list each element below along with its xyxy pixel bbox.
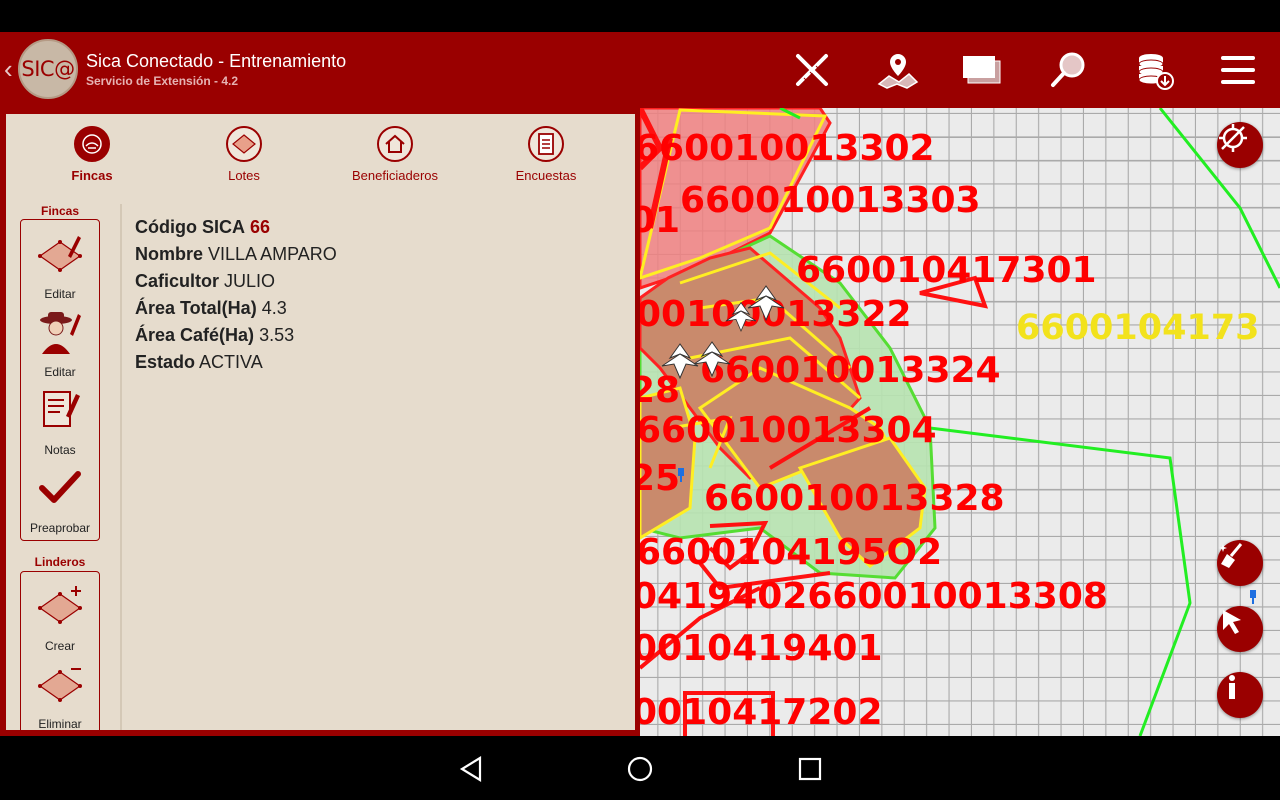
app-logo: SIC@ (18, 39, 78, 99)
gps-toggle-button[interactable] (1217, 122, 1263, 168)
tool-label: Crear (44, 639, 75, 653)
edit-polygon-button[interactable]: Editar (21, 230, 99, 301)
tab-label: Fincas (71, 168, 113, 183)
tab-encuestas[interactable]: Encuestas (486, 126, 606, 183)
nav-home-button[interactable] (625, 754, 655, 784)
select-pointer-icon (1223, 610, 1241, 634)
linderos-tool-group: Crear Eliminar (20, 571, 100, 730)
map-label: 0010419401 (640, 628, 883, 669)
area-cafe-value: 3.53 (259, 325, 295, 345)
map-location-button[interactable] (872, 44, 924, 96)
clear-brush-icon (1219, 543, 1243, 568)
menu-icon (1221, 56, 1255, 84)
delete-boundary-button[interactable]: Eliminar (21, 660, 99, 730)
map-label: 6600104195O2 (640, 532, 943, 573)
tool-label: Editar (44, 287, 76, 301)
clear-map-button[interactable] (1217, 540, 1263, 586)
map-label: 660010013302 (640, 128, 935, 169)
lot-diamond-icon (226, 126, 262, 162)
detail-panel: Fincas Lotes Beneficiaderos Encuestas Fi… (0, 108, 640, 736)
database-download-icon (1138, 54, 1174, 90)
nombre-row: Nombre VILLA AMPARO (135, 244, 337, 264)
farm-info: Código SICA 66 Nombre VILLA AMPARO Cafic… (135, 214, 337, 376)
nombre-value: VILLA AMPARO (208, 244, 337, 264)
layers-icon (963, 56, 1001, 84)
fincas-tool-group: Editar Editar Notas Preaprobar (20, 219, 100, 541)
app-bar: ‹ SIC@ Sica Conectado - Entrenamiento Se… (0, 32, 1280, 108)
codigo-row: Código SICA 66 (135, 217, 271, 237)
layers-button[interactable] (956, 44, 1008, 96)
map-location-icon (877, 54, 919, 89)
gps-off-icon (1219, 124, 1247, 152)
area-total-row: Área Total(Ha) 4.3 (135, 298, 287, 318)
system-nav-bar (0, 736, 1280, 800)
map-label: 660010013324 (700, 350, 1001, 391)
fincas-section-label: Fincas (40, 204, 79, 218)
house-icon (377, 126, 413, 162)
status-bar (0, 0, 1280, 32)
info-icon (1229, 675, 1235, 699)
linderos-section-label: Linderos (34, 555, 86, 569)
area-total-value: 4.3 (261, 298, 287, 318)
tab-fincas[interactable]: Fincas (32, 126, 152, 183)
menu-button[interactable] (1212, 44, 1264, 96)
map-label: 01 (640, 200, 681, 241)
coffee-plant-icon (725, 301, 757, 333)
tab-label: Encuestas (515, 168, 577, 183)
estado-row: Estado ACTIVA (135, 352, 263, 372)
create-boundary-button[interactable]: Crear (21, 582, 99, 653)
database-download-button[interactable] (1128, 44, 1180, 96)
map-label: 660010013304 (640, 410, 937, 451)
survey-document-icon (528, 126, 564, 162)
map-label: 25 (640, 458, 681, 499)
pin-icon (678, 468, 684, 482)
edit-polygon-icon (38, 236, 82, 272)
back-icon (459, 756, 482, 782)
map-label: 660010013303 (680, 180, 981, 221)
edit-farmer-button[interactable]: Editar (21, 308, 99, 379)
notes-button[interactable]: Notas (21, 386, 99, 457)
home-icon (627, 756, 653, 782)
map-label: 660010417301 (796, 250, 1097, 291)
map-label: 6600104173 (1016, 308, 1260, 348)
edit-farmer-icon (40, 312, 81, 354)
select-pointer-button[interactable] (1217, 606, 1263, 652)
map-label: 0010417202 (640, 692, 883, 733)
check-icon (39, 471, 81, 503)
codigo-value: 66 (250, 217, 271, 237)
panel-divider (120, 204, 122, 730)
preapprove-button[interactable]: Preaprobar (21, 464, 99, 535)
tool-label: Preaprobar (29, 521, 91, 535)
back-chevron-icon[interactable]: ‹ (4, 54, 13, 85)
map-label: 0419402660010013308 (640, 576, 1108, 617)
create-boundary-icon (38, 586, 82, 624)
nav-recents-button[interactable] (795, 754, 825, 784)
caficultor-value: JULIO (224, 271, 276, 291)
delete-boundary-icon (38, 668, 82, 702)
measure-button[interactable] (786, 44, 838, 96)
recents-icon (798, 757, 822, 781)
map-label: 660010013328 (704, 478, 1005, 519)
tab-lotes[interactable]: Lotes (184, 126, 304, 183)
notes-icon (43, 391, 80, 427)
tab-label: Beneficiaderos (352, 168, 438, 183)
farm-icon (74, 126, 110, 162)
measure-icon (796, 54, 828, 86)
pin-icon (1250, 590, 1256, 604)
estado-value: ACTIVA (199, 352, 263, 372)
tool-label: Eliminar (38, 717, 82, 730)
tab-label: Lotes (228, 168, 260, 183)
search-icon (1051, 52, 1085, 87)
tab-beneficiaderos[interactable]: Beneficiaderos (335, 126, 455, 183)
tool-label: Notas (44, 443, 76, 457)
app-subtitle: Servicio de Extensión - 4.2 (86, 74, 239, 88)
app-title: Sica Conectado - Entrenamiento (86, 51, 347, 71)
area-cafe-row: Área Café(Ha) 3.53 (135, 325, 295, 345)
search-button[interactable] (1042, 44, 1094, 96)
info-button[interactable] (1217, 672, 1263, 718)
map-view[interactable]: 660010013302 01 660010013303 66001041730… (640, 108, 1280, 736)
nav-back-button[interactable] (456, 754, 486, 784)
caficultor-row: Caficultor JULIO (135, 271, 276, 291)
tool-label: Editar (44, 365, 76, 379)
